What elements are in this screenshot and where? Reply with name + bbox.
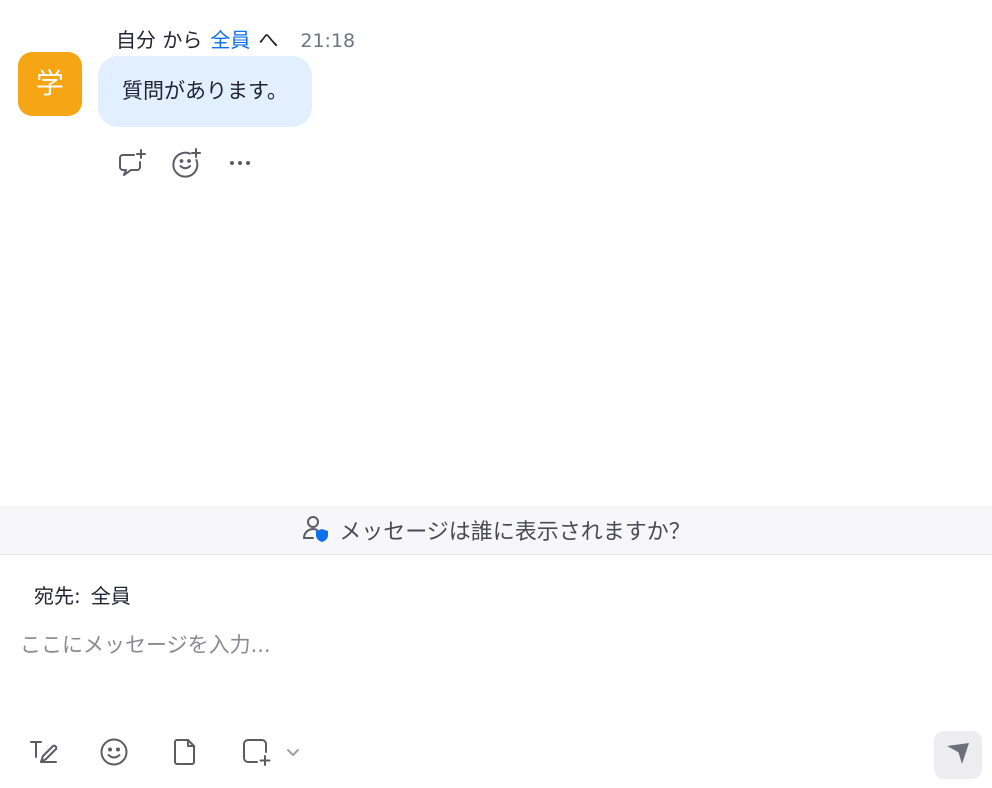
emoji-icon [99,737,129,771]
screenshot-button[interactable] [239,737,273,771]
recipient-label: 宛先: [34,584,81,608]
send-button[interactable] [934,731,982,779]
message-header: 自分 から 全員へ 21:18 [116,26,355,54]
more-icon [224,147,256,179]
file-icon [170,737,200,771]
screenshot-icon [241,737,271,771]
message-time: 21:18 [300,30,356,52]
screenshot-options-button[interactable] [283,737,303,771]
message-list: 学 自分 から 全員へ 21:18 質問があります。 [0,0,992,506]
recipient-row: 宛先: 全員 [34,582,131,610]
emoji-button[interactable] [97,737,131,771]
reply-button[interactable] [116,147,148,179]
add-reaction-button[interactable] [170,147,202,179]
composer: 宛先: 全員 [0,555,992,788]
person-shield-icon [301,513,331,547]
add-reaction-icon [170,147,202,179]
privacy-banner[interactable]: メッセージは誰に表示されますか？ [0,506,992,555]
message-input[interactable] [20,627,960,663]
chevron-down-icon [285,744,301,764]
format-text-icon [28,737,58,771]
more-button[interactable] [224,147,256,179]
chat-panel: 学 自分 から 全員へ 21:18 質問があります。 メッセージは誰に表示されま… [0,0,992,788]
recipient-selector[interactable]: 全員 [91,584,131,608]
send-icon [945,740,971,770]
reply-icon [116,147,148,179]
avatar[interactable]: 学 [18,52,82,116]
message-sender: 自分 から [116,28,203,52]
format-text-button[interactable] [26,737,60,771]
message-bubble[interactable]: 質問があります。 [98,56,312,127]
privacy-banner-label: メッセージは誰に表示されますか？ [339,520,691,545]
message-actions [116,146,256,180]
file-button[interactable] [168,737,202,771]
message-to-word: へ [258,28,279,52]
composer-toolbar [26,737,340,771]
message-recipient: 全員 [210,28,251,52]
